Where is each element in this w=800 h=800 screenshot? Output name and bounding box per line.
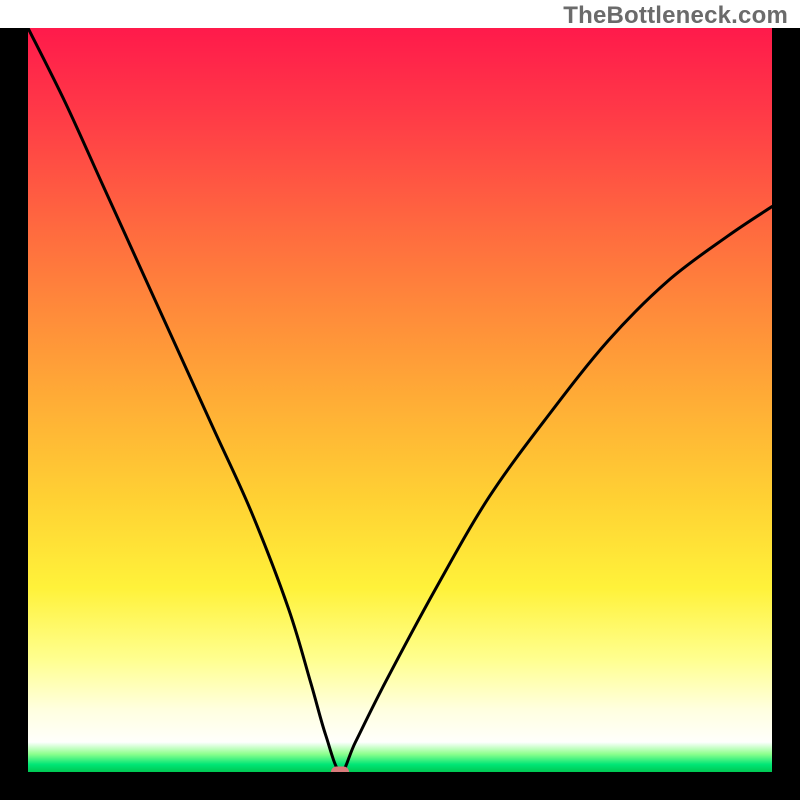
- watermark-text: TheBottleneck.com: [563, 2, 788, 30]
- chart-frame: [0, 28, 800, 800]
- chart-container: TheBottleneck.com: [0, 0, 800, 800]
- bottleneck-marker: [331, 767, 349, 773]
- plot-area: [28, 28, 772, 772]
- bottleneck-curve: [28, 28, 772, 772]
